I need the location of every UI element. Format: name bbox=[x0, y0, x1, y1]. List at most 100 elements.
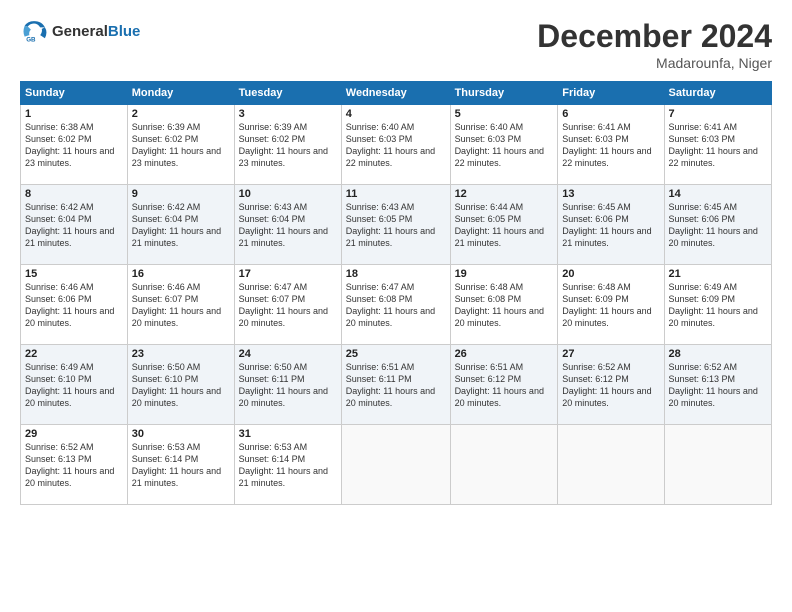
day-number: 15 bbox=[25, 268, 123, 280]
calendar-cell: 23 Sunrise: 6:50 AMSunset: 6:10 PMDaylig… bbox=[127, 345, 234, 425]
calendar-cell: 7 Sunrise: 6:41 AMSunset: 6:03 PMDayligh… bbox=[664, 105, 771, 185]
week-row-3: 15 Sunrise: 6:46 AMSunset: 6:06 PMDaylig… bbox=[21, 265, 772, 345]
logo-blue: Blue bbox=[108, 23, 141, 40]
week-row-5: 29 Sunrise: 6:52 AMSunset: 6:13 PMDaylig… bbox=[21, 425, 772, 505]
day-info: Sunrise: 6:40 AMSunset: 6:03 PMDaylight:… bbox=[346, 122, 435, 168]
title-section: December 2024 Madarounfa, Niger bbox=[537, 18, 772, 71]
day-info: Sunrise: 6:52 AMSunset: 6:12 PMDaylight:… bbox=[562, 362, 651, 408]
day-info: Sunrise: 6:51 AMSunset: 6:12 PMDaylight:… bbox=[455, 362, 544, 408]
calendar-cell: 10 Sunrise: 6:43 AMSunset: 6:04 PMDaylig… bbox=[234, 185, 341, 265]
day-number: 11 bbox=[346, 188, 446, 200]
header-tuesday: Tuesday bbox=[234, 82, 341, 105]
calendar-cell: 19 Sunrise: 6:48 AMSunset: 6:08 PMDaylig… bbox=[450, 265, 558, 345]
calendar-cell: 18 Sunrise: 6:47 AMSunset: 6:08 PMDaylig… bbox=[341, 265, 450, 345]
day-info: Sunrise: 6:42 AMSunset: 6:04 PMDaylight:… bbox=[132, 202, 221, 248]
day-number: 24 bbox=[239, 348, 337, 360]
month-title: December 2024 bbox=[537, 18, 772, 55]
calendar-cell: 24 Sunrise: 6:50 AMSunset: 6:11 PMDaylig… bbox=[234, 345, 341, 425]
day-number: 13 bbox=[562, 188, 659, 200]
day-info: Sunrise: 6:39 AMSunset: 6:02 PMDaylight:… bbox=[239, 122, 328, 168]
header-friday: Friday bbox=[558, 82, 664, 105]
page: GB GeneralBlue December 2024 Madarounfa,… bbox=[0, 0, 792, 612]
day-number: 10 bbox=[239, 188, 337, 200]
day-number: 5 bbox=[455, 108, 554, 120]
day-info: Sunrise: 6:47 AMSunset: 6:07 PMDaylight:… bbox=[239, 282, 328, 328]
day-info: Sunrise: 6:50 AMSunset: 6:11 PMDaylight:… bbox=[239, 362, 328, 408]
calendar-cell bbox=[341, 425, 450, 505]
day-number: 7 bbox=[669, 108, 767, 120]
day-info: Sunrise: 6:43 AMSunset: 6:04 PMDaylight:… bbox=[239, 202, 328, 248]
logo-icon: GB bbox=[20, 18, 48, 46]
calendar-cell: 25 Sunrise: 6:51 AMSunset: 6:11 PMDaylig… bbox=[341, 345, 450, 425]
calendar-cell: 17 Sunrise: 6:47 AMSunset: 6:07 PMDaylig… bbox=[234, 265, 341, 345]
day-number: 12 bbox=[455, 188, 554, 200]
day-number: 8 bbox=[25, 188, 123, 200]
day-number: 4 bbox=[346, 108, 446, 120]
calendar-cell: 8 Sunrise: 6:42 AMSunset: 6:04 PMDayligh… bbox=[21, 185, 128, 265]
day-info: Sunrise: 6:41 AMSunset: 6:03 PMDaylight:… bbox=[669, 122, 758, 168]
day-number: 2 bbox=[132, 108, 230, 120]
calendar-cell bbox=[450, 425, 558, 505]
calendar-cell: 4 Sunrise: 6:40 AMSunset: 6:03 PMDayligh… bbox=[341, 105, 450, 185]
calendar-cell: 20 Sunrise: 6:48 AMSunset: 6:09 PMDaylig… bbox=[558, 265, 664, 345]
day-number: 29 bbox=[25, 428, 123, 440]
location: Madarounfa, Niger bbox=[537, 55, 772, 71]
day-number: 27 bbox=[562, 348, 659, 360]
day-info: Sunrise: 6:45 AMSunset: 6:06 PMDaylight:… bbox=[562, 202, 651, 248]
header-sunday: Sunday bbox=[21, 82, 128, 105]
calendar-cell bbox=[558, 425, 664, 505]
day-number: 19 bbox=[455, 268, 554, 280]
day-info: Sunrise: 6:46 AMSunset: 6:07 PMDaylight:… bbox=[132, 282, 221, 328]
day-info: Sunrise: 6:49 AMSunset: 6:10 PMDaylight:… bbox=[25, 362, 114, 408]
day-info: Sunrise: 6:46 AMSunset: 6:06 PMDaylight:… bbox=[25, 282, 114, 328]
day-number: 18 bbox=[346, 268, 446, 280]
svg-text:GB: GB bbox=[26, 36, 36, 43]
day-info: Sunrise: 6:45 AMSunset: 6:06 PMDaylight:… bbox=[669, 202, 758, 248]
calendar-table: Sunday Monday Tuesday Wednesday Thursday… bbox=[20, 81, 772, 505]
day-info: Sunrise: 6:38 AMSunset: 6:02 PMDaylight:… bbox=[25, 122, 114, 168]
calendar-cell: 26 Sunrise: 6:51 AMSunset: 6:12 PMDaylig… bbox=[450, 345, 558, 425]
week-row-4: 22 Sunrise: 6:49 AMSunset: 6:10 PMDaylig… bbox=[21, 345, 772, 425]
day-number: 1 bbox=[25, 108, 123, 120]
calendar-cell: 16 Sunrise: 6:46 AMSunset: 6:07 PMDaylig… bbox=[127, 265, 234, 345]
calendar-cell: 13 Sunrise: 6:45 AMSunset: 6:06 PMDaylig… bbox=[558, 185, 664, 265]
day-info: Sunrise: 6:53 AMSunset: 6:14 PMDaylight:… bbox=[239, 442, 328, 488]
day-number: 14 bbox=[669, 188, 767, 200]
day-number: 28 bbox=[669, 348, 767, 360]
header-thursday: Thursday bbox=[450, 82, 558, 105]
day-info: Sunrise: 6:44 AMSunset: 6:05 PMDaylight:… bbox=[455, 202, 544, 248]
calendar-cell: 12 Sunrise: 6:44 AMSunset: 6:05 PMDaylig… bbox=[450, 185, 558, 265]
header-monday: Monday bbox=[127, 82, 234, 105]
day-number: 17 bbox=[239, 268, 337, 280]
calendar-cell: 21 Sunrise: 6:49 AMSunset: 6:09 PMDaylig… bbox=[664, 265, 771, 345]
day-info: Sunrise: 6:50 AMSunset: 6:10 PMDaylight:… bbox=[132, 362, 221, 408]
day-info: Sunrise: 6:52 AMSunset: 6:13 PMDaylight:… bbox=[25, 442, 114, 488]
calendar-cell: 9 Sunrise: 6:42 AMSunset: 6:04 PMDayligh… bbox=[127, 185, 234, 265]
day-info: Sunrise: 6:48 AMSunset: 6:08 PMDaylight:… bbox=[455, 282, 544, 328]
calendar-cell: 6 Sunrise: 6:41 AMSunset: 6:03 PMDayligh… bbox=[558, 105, 664, 185]
day-info: Sunrise: 6:47 AMSunset: 6:08 PMDaylight:… bbox=[346, 282, 435, 328]
day-number: 20 bbox=[562, 268, 659, 280]
calendar-cell: 11 Sunrise: 6:43 AMSunset: 6:05 PMDaylig… bbox=[341, 185, 450, 265]
calendar-cell: 31 Sunrise: 6:53 AMSunset: 6:14 PMDaylig… bbox=[234, 425, 341, 505]
calendar-cell: 2 Sunrise: 6:39 AMSunset: 6:02 PMDayligh… bbox=[127, 105, 234, 185]
header-wednesday: Wednesday bbox=[341, 82, 450, 105]
day-info: Sunrise: 6:49 AMSunset: 6:09 PMDaylight:… bbox=[669, 282, 758, 328]
calendar-cell: 27 Sunrise: 6:52 AMSunset: 6:12 PMDaylig… bbox=[558, 345, 664, 425]
day-info: Sunrise: 6:41 AMSunset: 6:03 PMDaylight:… bbox=[562, 122, 651, 168]
day-number: 30 bbox=[132, 428, 230, 440]
day-info: Sunrise: 6:53 AMSunset: 6:14 PMDaylight:… bbox=[132, 442, 221, 488]
calendar-cell bbox=[664, 425, 771, 505]
calendar-cell: 14 Sunrise: 6:45 AMSunset: 6:06 PMDaylig… bbox=[664, 185, 771, 265]
day-info: Sunrise: 6:42 AMSunset: 6:04 PMDaylight:… bbox=[25, 202, 114, 248]
day-number: 23 bbox=[132, 348, 230, 360]
day-info: Sunrise: 6:51 AMSunset: 6:11 PMDaylight:… bbox=[346, 362, 435, 408]
header: GB GeneralBlue December 2024 Madarounfa,… bbox=[20, 18, 772, 71]
calendar-cell: 3 Sunrise: 6:39 AMSunset: 6:02 PMDayligh… bbox=[234, 105, 341, 185]
calendar-cell: 29 Sunrise: 6:52 AMSunset: 6:13 PMDaylig… bbox=[21, 425, 128, 505]
day-number: 9 bbox=[132, 188, 230, 200]
logo-general: General bbox=[52, 23, 108, 40]
logo-text: GeneralBlue bbox=[52, 23, 140, 41]
calendar-cell: 5 Sunrise: 6:40 AMSunset: 6:03 PMDayligh… bbox=[450, 105, 558, 185]
header-saturday: Saturday bbox=[664, 82, 771, 105]
